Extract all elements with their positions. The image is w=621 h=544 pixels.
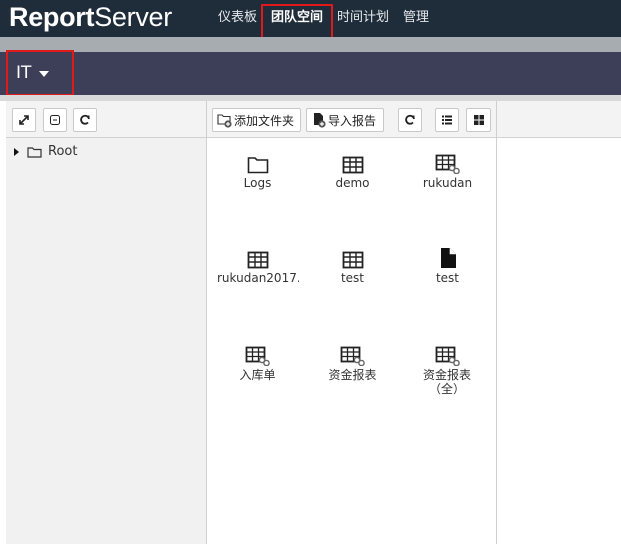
item-test-table[interactable]: test: [305, 247, 400, 285]
table-link-icon: [435, 154, 460, 174]
item-label: test: [435, 271, 460, 285]
table-link-icon: [340, 346, 365, 366]
table-icon: [247, 251, 268, 269]
item-label: Logs: [243, 176, 272, 190]
grid-view-button[interactable]: [466, 108, 491, 132]
tree-toolbar: [6, 101, 206, 138]
grid-view-icon: [473, 115, 484, 125]
refresh-button[interactable]: [73, 108, 97, 132]
item-label: 资金报表（全）: [422, 368, 471, 396]
list-view-icon: [442, 115, 452, 125]
refresh-icon: [80, 114, 90, 125]
list-view-button[interactable]: [435, 108, 459, 132]
item-rukudan2017[interactable]: rukudan2017.0: [210, 247, 305, 285]
item-label: 入库单: [239, 368, 276, 382]
item-funds-report[interactable]: 资金报表: [305, 344, 400, 382]
collapse-button[interactable]: [43, 108, 67, 132]
highlight-box-nav: [261, 4, 333, 41]
item-label: 资金报表: [328, 368, 377, 382]
import-report-label: 导入报告: [328, 113, 377, 128]
add-folder-icon: [217, 114, 232, 128]
item-logs[interactable]: Logs: [210, 152, 305, 190]
folder-tree-panel: Root: [6, 101, 207, 544]
item-funds-report-full[interactable]: 资金报表（全）: [400, 344, 495, 396]
toolbar-extension: [497, 101, 621, 138]
import-report-icon: [314, 113, 326, 128]
collapse-icon: [50, 115, 60, 125]
table-link-icon: [435, 346, 460, 366]
item-demo[interactable]: demo: [305, 152, 400, 190]
expand-icon: [19, 115, 29, 125]
refresh-content-button[interactable]: [398, 108, 422, 132]
separator-bar: [0, 37, 621, 52]
file-icon: [440, 248, 456, 268]
item-rukudan[interactable]: rukudan: [400, 152, 495, 190]
item-label: rukudan2017.0: [217, 271, 299, 285]
highlight-box-team: [6, 50, 74, 96]
app-logo[interactable]: ReportServer: [9, 2, 172, 33]
item-rukudan-cn[interactable]: 入库单: [210, 344, 305, 382]
nav-scheduler[interactable]: 时间计划: [337, 9, 389, 26]
add-folder-label: 添加文件夹: [234, 113, 295, 128]
item-test-file[interactable]: test: [400, 247, 495, 285]
table-icon: [342, 156, 363, 174]
folder-icon: [27, 146, 42, 158]
table-link-icon: [245, 346, 270, 366]
item-label: test: [340, 271, 365, 285]
add-folder-button[interactable]: 添加文件夹: [212, 108, 301, 132]
refresh-icon: [405, 114, 415, 125]
folder-icon: [247, 157, 268, 174]
nav-admin[interactable]: 管理: [403, 9, 429, 26]
table-icon: [342, 251, 363, 269]
expand-button[interactable]: [12, 108, 36, 132]
item-label: rukudan: [422, 176, 473, 190]
item-label: demo: [335, 176, 370, 190]
tree-label-root: Root: [48, 144, 78, 159]
tree-node-root[interactable]: Root: [6, 138, 206, 159]
team-bar: IT: [0, 52, 621, 95]
import-report-button[interactable]: 导入报告: [306, 108, 384, 132]
content-toolbar: 添加文件夹 导入报告: [207, 101, 496, 138]
caret-right-icon[interactable]: [14, 147, 19, 156]
nav-dashboard[interactable]: 仪表板: [218, 9, 257, 26]
content-panel: 添加文件夹 导入报告 Logs demo rukudan rukudan2017…: [207, 101, 497, 544]
